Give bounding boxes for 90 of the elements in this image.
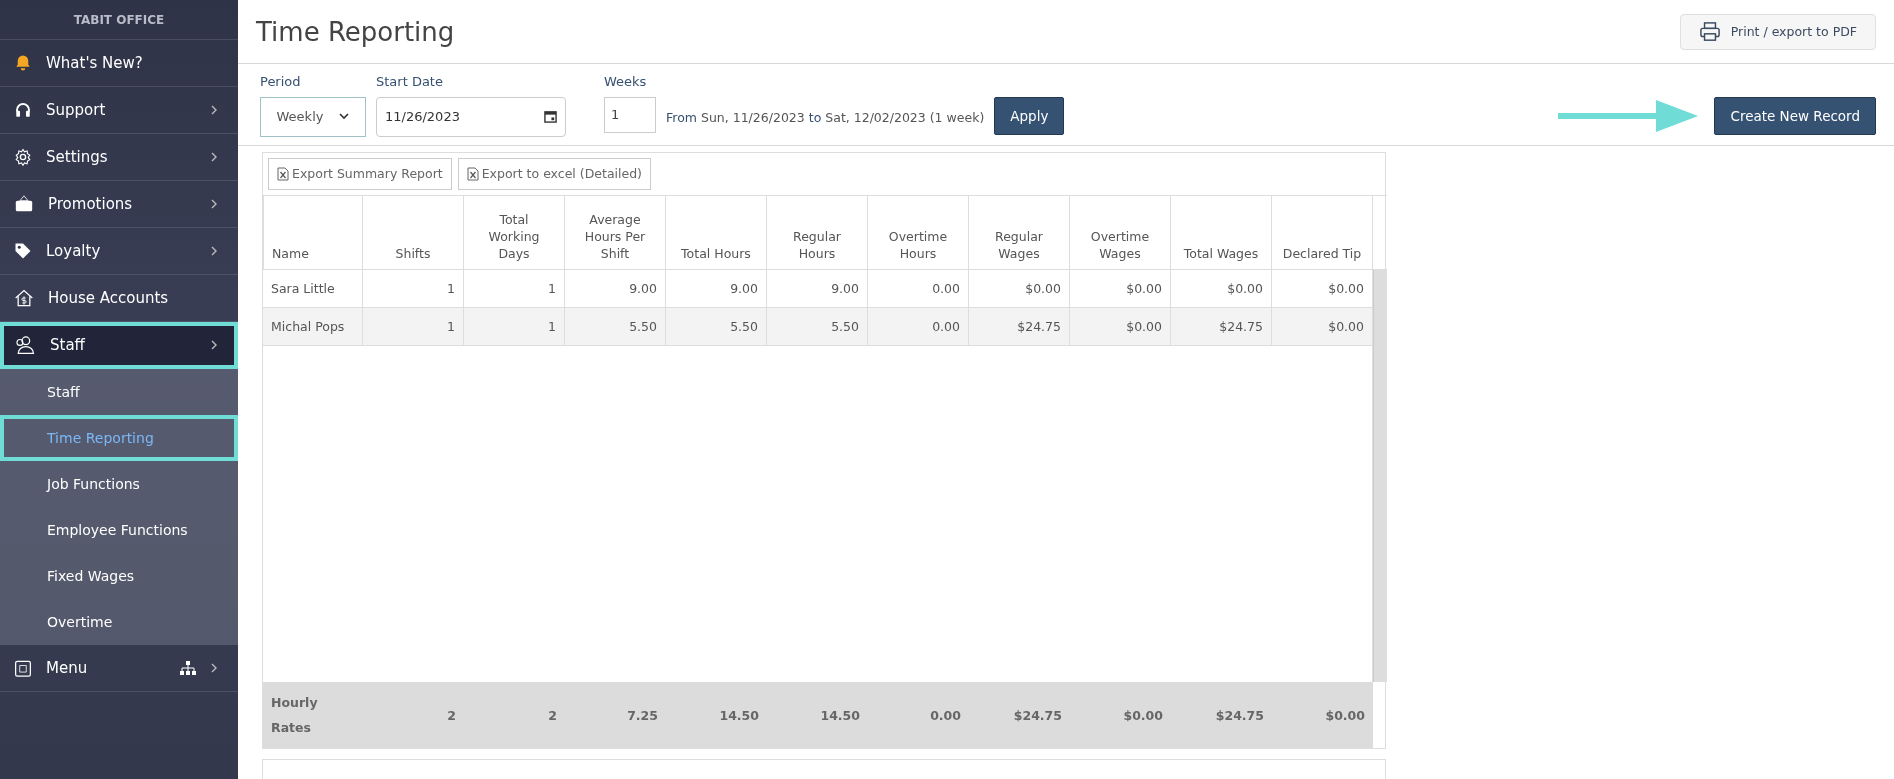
field-label: Start Date bbox=[376, 73, 444, 89]
footer-cell: Hourly Rates bbox=[263, 682, 363, 749]
table-cell: $0.00 bbox=[1272, 269, 1373, 308]
table-cell: 0.00 bbox=[868, 269, 969, 308]
sidebar-item[interactable]: Loyalty bbox=[0, 228, 238, 275]
export-button[interactable]: Export Summary Report bbox=[268, 157, 452, 190]
table-cell: 9.00 bbox=[565, 269, 666, 308]
table-cell: 5.50 bbox=[666, 307, 767, 346]
footer-cell: $0.00 bbox=[1272, 682, 1373, 749]
caret-icon bbox=[339, 113, 350, 121]
table-cell: 1 bbox=[464, 269, 565, 308]
sidebar-subitem[interactable]: Employee Functions bbox=[0, 507, 238, 553]
export-button[interactable]: Export to excel (Detailed) bbox=[457, 157, 651, 190]
date-range-text: From Sun, 11/26/2023 to Sat, 12/02/2023 (1 week) bbox=[666, 109, 985, 125]
calendar-icon bbox=[544, 110, 557, 124]
table-cell: 9.00 bbox=[666, 269, 767, 308]
headset-icon bbox=[14, 101, 32, 119]
footer-cell: 7.25 bbox=[565, 682, 666, 749]
footer-cell: $24.75 bbox=[1171, 682, 1272, 749]
table-cell: 5.50 bbox=[767, 307, 868, 346]
column-header: Total Wages bbox=[1171, 194, 1272, 270]
tag-icon bbox=[14, 242, 32, 260]
table-cell: $0.00 bbox=[1070, 307, 1171, 346]
table-cell: $24.75 bbox=[969, 307, 1070, 346]
column-header: Overtime Wages bbox=[1070, 194, 1171, 270]
column-header: Name bbox=[263, 194, 363, 270]
date-field[interactable]: 11/26/2023 bbox=[376, 96, 566, 137]
bell-icon bbox=[14, 54, 32, 72]
hierarchy-icon bbox=[180, 661, 196, 675]
field-label: Weeks bbox=[604, 73, 648, 89]
period-select[interactable]: Weekly bbox=[260, 96, 366, 137]
table-cell: $24.75 bbox=[1171, 307, 1272, 346]
table-cell: 1 bbox=[363, 269, 464, 308]
sidebar-item[interactable]: Promotions bbox=[0, 181, 238, 228]
excel-file-icon bbox=[466, 166, 479, 181]
footer-cell: 0.00 bbox=[868, 682, 969, 749]
table-cell: $0.00 bbox=[1171, 269, 1272, 308]
footer-cell: $0.00 bbox=[1070, 682, 1171, 749]
sidebar-item[interactable]: Settings bbox=[0, 134, 238, 181]
house-icon bbox=[14, 288, 34, 308]
column-header: Regular Wages bbox=[969, 194, 1070, 270]
table-cell: Sara Little bbox=[263, 269, 363, 308]
table-cell: $0.00 bbox=[1272, 307, 1373, 346]
weeks-field[interactable]: 1 bbox=[604, 96, 656, 133]
settings-icon bbox=[14, 148, 32, 166]
printer-icon bbox=[1698, 21, 1721, 42]
menu-board-icon bbox=[14, 658, 32, 678]
table-cell: Michal Pops bbox=[263, 307, 363, 346]
footer-cell: 2 bbox=[464, 682, 565, 749]
sidebar-item[interactable]: Menu bbox=[0, 645, 238, 692]
footer-cell: 14.50 bbox=[767, 682, 868, 749]
chevron-right-icon bbox=[210, 151, 218, 163]
table-cell: $0.00 bbox=[1070, 269, 1171, 308]
sidebar-subitem[interactable]: Overtime bbox=[0, 599, 238, 645]
column-header: Regular Hours bbox=[767, 194, 868, 270]
footer-cell: 14.50 bbox=[666, 682, 767, 749]
column-header: Overtime Hours bbox=[868, 194, 969, 270]
column-header: Average Hours Per Shift bbox=[565, 194, 666, 270]
sidebar-item[interactable]: Support bbox=[0, 87, 238, 134]
print-button[interactable]: Print / export to PDF bbox=[1679, 13, 1876, 50]
chevron-right-icon bbox=[210, 662, 218, 674]
table-cell: $0.00 bbox=[969, 269, 1070, 308]
column-header: Total Working Days bbox=[464, 194, 565, 270]
sidebar-subitem[interactable]: Job Functions bbox=[0, 461, 238, 507]
sale-sign-icon bbox=[14, 195, 34, 213]
footer-cell: 2 bbox=[363, 682, 464, 749]
chevron-right-icon bbox=[210, 104, 218, 116]
table-cell: 5.50 bbox=[565, 307, 666, 346]
users-icon bbox=[14, 335, 36, 355]
apply-button[interactable]: Apply bbox=[994, 96, 1065, 135]
sidebar-item[interactable]: What's New? bbox=[0, 40, 238, 87]
sidebar-subitem[interactable]: Staff bbox=[0, 369, 238, 415]
column-header: Declared Tip bbox=[1272, 194, 1373, 270]
table-cell: 1 bbox=[363, 307, 464, 346]
chevron-right-icon bbox=[210, 245, 218, 257]
column-header: Shifts bbox=[363, 194, 464, 270]
table-cell: 9.00 bbox=[767, 269, 868, 308]
column-header: Total Hours bbox=[666, 194, 767, 270]
table-cell: 1 bbox=[464, 307, 565, 346]
sidebar-subitem[interactable]: Fixed Wages bbox=[0, 553, 238, 599]
brand-title: TABIT OFFICE bbox=[0, 0, 238, 40]
page-title: Time Reporting bbox=[256, 16, 455, 47]
sidebar-item[interactable]: Staff bbox=[0, 322, 238, 369]
chevron-right-icon bbox=[210, 198, 218, 210]
footer-cell: $24.75 bbox=[969, 682, 1070, 749]
field-label: Period bbox=[260, 73, 302, 89]
excel-file-icon bbox=[277, 166, 289, 181]
chevron-right-icon bbox=[210, 339, 218, 351]
table-cell: 0.00 bbox=[868, 307, 969, 346]
create-record-button[interactable]: Create New Record bbox=[1714, 96, 1876, 135]
